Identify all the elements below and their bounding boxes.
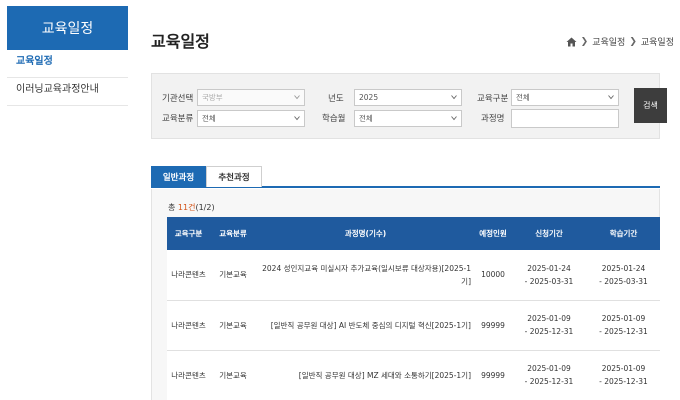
count-value: 11건: [177, 203, 196, 212]
sidebar-menu: 교육일정 이러닝교육과정안내: [7, 50, 128, 106]
chevron-down-icon: [451, 95, 457, 100]
cell-type: 나라콘텐츠: [167, 300, 210, 351]
cell-course-link[interactable]: [일반직 공무원 대상] AI 반도체 중심의 디지털 혁신[2025-1기]: [256, 300, 475, 351]
apply-end: - 2025-03-31: [524, 276, 574, 286]
study-end: - 2025-12-31: [599, 327, 648, 336]
tab-general[interactable]: 일반과정: [151, 166, 206, 187]
apply-start: 2025-01-09: [527, 364, 571, 373]
tab-bar: 일반과정 추천과정: [151, 166, 660, 188]
study-start: 2025-01-09: [601, 314, 646, 323]
schedule-table: 교육구분 교육분류 과정명(기수) 예정인원 신청기간 학습기간 나라콘텐츠 기…: [167, 217, 660, 400]
cell-study-period: 2025-01-24 - 2025-03-31: [587, 250, 660, 301]
breadcrumb-item-2[interactable]: 교육일정: [641, 35, 674, 48]
cell-apply-period: 2025-01-09 - 2025-12-31: [511, 300, 587, 351]
year-label: 년도: [328, 94, 344, 104]
chevron-down-icon: [294, 95, 300, 100]
chevron-right-icon: ❯: [580, 36, 589, 47]
apply-end: - 2025-12-31: [524, 327, 574, 336]
cell-apply-period: 2025-01-24 - 2025-03-31: [511, 250, 587, 301]
col-header-category: 교육분류: [210, 217, 256, 250]
result-count: 총 11건(1/2): [168, 202, 215, 213]
sidebar-item-elearning[interactable]: 이러닝교육과정안내: [7, 78, 128, 106]
apply-start: 2025-01-24: [527, 263, 571, 273]
count-suffix: (1/2): [195, 203, 215, 212]
category-label: 교육분류: [162, 114, 194, 124]
cell-category: 기본교육: [210, 300, 256, 351]
edu-type-select[interactable]: 전체: [511, 89, 619, 106]
year-select[interactable]: 2025: [354, 89, 462, 106]
col-header-study-period: 학습기간: [587, 217, 660, 250]
cell-course-link[interactable]: 2024 성인지교육 미실시자 추가교육(일시보류 대상자용)[2025-1기]: [256, 250, 475, 301]
cell-study-period: 2025-01-09 - 2025-12-31: [587, 350, 660, 400]
edu-type-label: 교육구분: [477, 94, 509, 104]
month-select-value: 전체: [359, 114, 373, 123]
results-panel: 총 11건(1/2) 교육구분 교육분류 과정명(기수) 예정인원 신청기간 학…: [151, 189, 660, 400]
category-select[interactable]: 전체: [197, 110, 305, 127]
sidebar-title: 교육일정: [7, 6, 128, 50]
table-header-row: 교육구분 교육분류 과정명(기수) 예정인원 신청기간 학습기간: [167, 217, 660, 250]
chevron-right-icon: ❯: [629, 36, 637, 47]
page-title: 교육일정: [151, 32, 210, 51]
search-button[interactable]: 검색: [634, 88, 667, 123]
study-start: 2025-01-09: [601, 364, 646, 373]
tab-recommended[interactable]: 추천과정: [206, 166, 262, 187]
search-panel: 기관선택 국방부 년도 2025 교육구분 전체 교육분류 전체 학습월 전체 …: [151, 73, 667, 139]
chevron-down-icon: [608, 95, 614, 100]
category-select-value: 전체: [202, 114, 216, 123]
org-select-value: 국방부: [202, 93, 223, 102]
study-end: - 2025-03-31: [599, 276, 648, 286]
apply-start: 2025-01-09: [527, 314, 571, 323]
col-header-apply-period: 신청기간: [511, 217, 587, 250]
cell-study-period: 2025-01-09 - 2025-12-31: [587, 300, 660, 351]
col-header-type: 교육구분: [167, 217, 210, 250]
chevron-down-icon: [451, 116, 457, 121]
sidebar-item-schedule[interactable]: 교육일정: [7, 50, 128, 78]
cell-course-link[interactable]: [일반직 공무원 대상] MZ 세대와 소통하기[2025-1기]: [256, 350, 475, 400]
chevron-down-icon: [294, 116, 300, 121]
home-icon[interactable]: [566, 37, 577, 47]
study-start: 2025-01-24: [601, 263, 646, 273]
study-end: - 2025-12-31: [599, 377, 648, 386]
year-select-value: 2025: [359, 93, 379, 102]
table-row[interactable]: 나라콘텐츠 기본교육 2024 성인지교육 미실시자 추가교육(일시보류 대상자…: [167, 250, 660, 301]
cell-apply-period: 2025-01-09 - 2025-12-31: [511, 350, 587, 400]
breadcrumb: ❯ 교육일정 ❯ 교육일정: [566, 35, 674, 48]
org-label: 기관선택: [162, 94, 194, 104]
apply-end: - 2025-12-31: [524, 377, 574, 386]
breadcrumb-item-1[interactable]: 교육일정: [592, 35, 625, 48]
table-row[interactable]: 나라콘텐츠 기본교육 [일반직 공무원 대상] AI 반도체 중심의 디지털 혁…: [167, 300, 660, 351]
edu-type-select-value: 전체: [516, 93, 530, 102]
cell-capacity: 10000: [475, 250, 511, 301]
org-select[interactable]: 국방부: [197, 89, 305, 106]
cell-type: 나라콘텐츠: [167, 250, 210, 301]
month-label: 학습월: [322, 114, 346, 124]
cell-capacity: 99999: [475, 300, 511, 351]
course-label: 과정명: [481, 114, 505, 124]
col-header-course: 과정명(기수): [256, 217, 475, 250]
count-prefix: 총: [168, 203, 178, 212]
table-row[interactable]: 나라콘텐츠 기본교육 [일반직 공무원 대상] MZ 세대와 소통하기[2025…: [167, 350, 660, 400]
cell-type: 나라콘텐츠: [167, 350, 210, 400]
col-header-capacity: 예정인원: [475, 217, 511, 250]
cell-capacity: 99999: [475, 350, 511, 400]
course-input[interactable]: [511, 109, 619, 128]
sidebar: 교육일정 교육일정 이러닝교육과정안내: [0, 0, 136, 400]
cell-category: 기본교육: [210, 350, 256, 400]
month-select[interactable]: 전체: [354, 110, 462, 127]
cell-category: 기본교육: [210, 250, 256, 301]
